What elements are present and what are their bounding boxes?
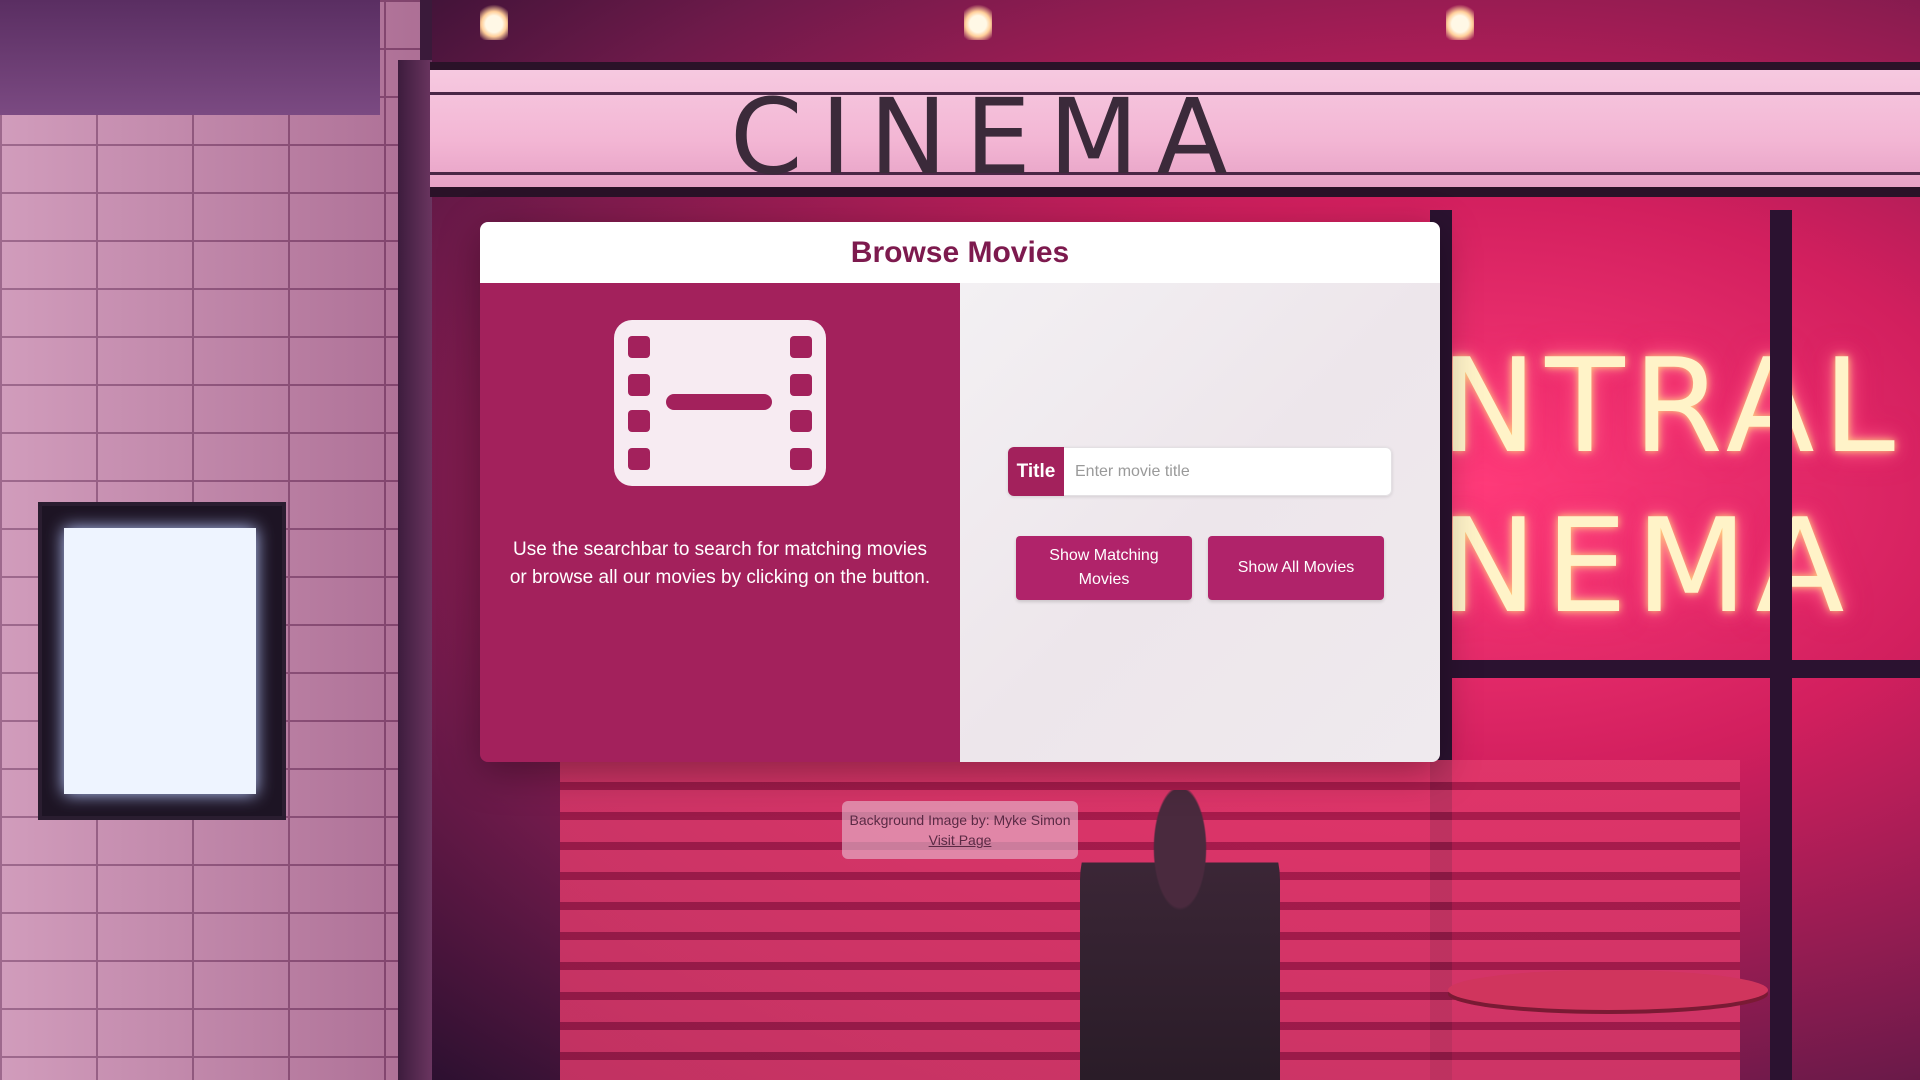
browse-movies-panel: Browse Movies Use the searchbar to searc…	[480, 222, 1440, 762]
ceiling-lamp	[480, 0, 508, 40]
film-icon	[614, 320, 826, 486]
ceiling	[0, 0, 380, 115]
show-all-movies-button[interactable]: Show All Movies	[1208, 536, 1384, 600]
image-credit: Background Image by: Myke Simon Visit Pa…	[842, 801, 1078, 859]
visit-page-link[interactable]: Visit Page	[929, 830, 992, 850]
ceiling-lamp	[964, 0, 992, 40]
cafe-table	[1448, 970, 1768, 1010]
show-matching-movies-button[interactable]: Show Matching Movies	[1016, 536, 1192, 600]
search-pane: Title Show Matching Movies Show All Movi…	[960, 283, 1440, 762]
pillar	[398, 60, 432, 1080]
credit-text: Background Image by: Myke Simon	[849, 812, 1071, 828]
info-pane: Use the searchbar to search for matching…	[480, 283, 960, 762]
person-silhouette	[1080, 790, 1280, 1080]
neon-sign: NTRAL	[1440, 330, 1904, 482]
marquee-lettering: CINEMA	[730, 76, 1246, 198]
menu-paper	[64, 528, 256, 794]
movie-title-input[interactable]	[1064, 447, 1392, 496]
title-label: Title	[1008, 447, 1064, 496]
window-frame	[1430, 660, 1920, 678]
ceiling-lamp	[1446, 0, 1474, 40]
panel-header: Browse Movies	[480, 222, 1440, 283]
panel-body: Use the searchbar to search for matching…	[480, 283, 1440, 762]
search-group: Title	[1008, 447, 1392, 496]
window-frame	[1770, 210, 1792, 1080]
intro-text: Use the searchbar to search for matching…	[509, 539, 931, 588]
page-title: Browse Movies	[850, 235, 1070, 269]
